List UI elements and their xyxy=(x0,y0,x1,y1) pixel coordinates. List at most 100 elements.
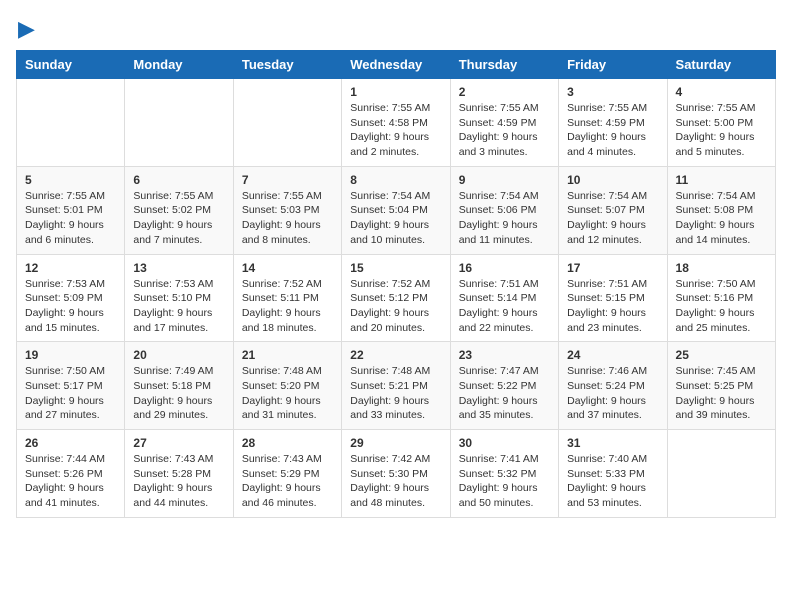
cell-content-line: Sunrise: 7:49 AM xyxy=(133,364,224,379)
cell-content-line: Sunrise: 7:54 AM xyxy=(567,189,658,204)
cell-content-line: Daylight: 9 hours and 14 minutes. xyxy=(676,218,767,247)
cell-content-line: Daylight: 9 hours and 5 minutes. xyxy=(676,130,767,159)
cell-content-line: Daylight: 9 hours and 25 minutes. xyxy=(676,306,767,335)
cell-content-line: Daylight: 9 hours and 18 minutes. xyxy=(242,306,333,335)
cell-content-line: Sunset: 5:17 PM xyxy=(25,379,116,394)
cell-content-line: Daylight: 9 hours and 53 minutes. xyxy=(567,481,658,510)
day-number: 22 xyxy=(350,348,441,362)
calendar-cell: 29Sunrise: 7:42 AMSunset: 5:30 PMDayligh… xyxy=(342,430,450,518)
day-number: 7 xyxy=(242,173,333,187)
cell-content-line: Sunset: 5:24 PM xyxy=(567,379,658,394)
day-number: 23 xyxy=(459,348,550,362)
cell-content-line: Sunset: 5:28 PM xyxy=(133,467,224,482)
day-number: 29 xyxy=(350,436,441,450)
cell-content-line: Daylight: 9 hours and 33 minutes. xyxy=(350,394,441,423)
day-number: 28 xyxy=(242,436,333,450)
cell-content-line: Sunset: 5:02 PM xyxy=(133,203,224,218)
day-of-week-header: Sunday xyxy=(17,51,125,79)
cell-content-line: Sunset: 5:00 PM xyxy=(676,116,767,131)
day-number: 10 xyxy=(567,173,658,187)
cell-content-line: Sunrise: 7:43 AM xyxy=(133,452,224,467)
cell-content-line: Sunset: 4:59 PM xyxy=(459,116,550,131)
calendar-cell: 25Sunrise: 7:45 AMSunset: 5:25 PMDayligh… xyxy=(667,342,775,430)
cell-content-line: Sunrise: 7:51 AM xyxy=(459,277,550,292)
calendar-cell: 5Sunrise: 7:55 AMSunset: 5:01 PMDaylight… xyxy=(17,166,125,254)
cell-content-line: Sunset: 5:03 PM xyxy=(242,203,333,218)
day-number: 24 xyxy=(567,348,658,362)
cell-content-line: Sunrise: 7:47 AM xyxy=(459,364,550,379)
calendar-header-row: SundayMondayTuesdayWednesdayThursdayFrid… xyxy=(17,51,776,79)
day-of-week-header: Friday xyxy=(559,51,667,79)
calendar-week-row: 19Sunrise: 7:50 AMSunset: 5:17 PMDayligh… xyxy=(17,342,776,430)
cell-content-line: Daylight: 9 hours and 22 minutes. xyxy=(459,306,550,335)
cell-content-line: Sunrise: 7:42 AM xyxy=(350,452,441,467)
cell-content-line: Daylight: 9 hours and 44 minutes. xyxy=(133,481,224,510)
cell-content-line: Sunrise: 7:55 AM xyxy=(25,189,116,204)
calendar-cell: 31Sunrise: 7:40 AMSunset: 5:33 PMDayligh… xyxy=(559,430,667,518)
cell-content-line: Daylight: 9 hours and 11 minutes. xyxy=(459,218,550,247)
calendar-cell: 12Sunrise: 7:53 AMSunset: 5:09 PMDayligh… xyxy=(17,254,125,342)
day-number: 12 xyxy=(25,261,116,275)
cell-content-line: Sunset: 5:12 PM xyxy=(350,291,441,306)
cell-content-line: Sunrise: 7:50 AM xyxy=(676,277,767,292)
cell-content-line: Sunrise: 7:50 AM xyxy=(25,364,116,379)
calendar-week-row: 26Sunrise: 7:44 AMSunset: 5:26 PMDayligh… xyxy=(17,430,776,518)
cell-content-line: Sunrise: 7:40 AM xyxy=(567,452,658,467)
calendar-cell: 16Sunrise: 7:51 AMSunset: 5:14 PMDayligh… xyxy=(450,254,558,342)
cell-content-line: Sunset: 5:18 PM xyxy=(133,379,224,394)
cell-content-line: Daylight: 9 hours and 39 minutes. xyxy=(676,394,767,423)
day-number: 9 xyxy=(459,173,550,187)
cell-content-line: Sunrise: 7:52 AM xyxy=(350,277,441,292)
cell-content-line: Sunrise: 7:45 AM xyxy=(676,364,767,379)
cell-content-line: Daylight: 9 hours and 46 minutes. xyxy=(242,481,333,510)
day-number: 25 xyxy=(676,348,767,362)
cell-content-line: Daylight: 9 hours and 37 minutes. xyxy=(567,394,658,423)
day-number: 16 xyxy=(459,261,550,275)
calendar-cell: 6Sunrise: 7:55 AMSunset: 5:02 PMDaylight… xyxy=(125,166,233,254)
logo-bird-icon: ▶ xyxy=(18,16,35,42)
day-number: 11 xyxy=(676,173,767,187)
cell-content-line: Sunset: 4:59 PM xyxy=(567,116,658,131)
calendar-cell: 10Sunrise: 7:54 AMSunset: 5:07 PMDayligh… xyxy=(559,166,667,254)
cell-content-line: Sunset: 5:07 PM xyxy=(567,203,658,218)
cell-content-line: Daylight: 9 hours and 8 minutes. xyxy=(242,218,333,247)
calendar-cell: 19Sunrise: 7:50 AMSunset: 5:17 PMDayligh… xyxy=(17,342,125,430)
day-number: 2 xyxy=(459,85,550,99)
cell-content-line: Daylight: 9 hours and 27 minutes. xyxy=(25,394,116,423)
calendar-cell: 27Sunrise: 7:43 AMSunset: 5:28 PMDayligh… xyxy=(125,430,233,518)
day-number: 30 xyxy=(459,436,550,450)
calendar-cell: 13Sunrise: 7:53 AMSunset: 5:10 PMDayligh… xyxy=(125,254,233,342)
calendar-cell: 15Sunrise: 7:52 AMSunset: 5:12 PMDayligh… xyxy=(342,254,450,342)
cell-content-line: Sunrise: 7:53 AM xyxy=(25,277,116,292)
day-number: 3 xyxy=(567,85,658,99)
cell-content-line: Daylight: 9 hours and 7 minutes. xyxy=(133,218,224,247)
calendar-cell: 9Sunrise: 7:54 AMSunset: 5:06 PMDaylight… xyxy=(450,166,558,254)
cell-content-line: Daylight: 9 hours and 23 minutes. xyxy=(567,306,658,335)
cell-content-line: Daylight: 9 hours and 29 minutes. xyxy=(133,394,224,423)
cell-content-line: Sunset: 5:33 PM xyxy=(567,467,658,482)
day-of-week-header: Wednesday xyxy=(342,51,450,79)
calendar-week-row: 1Sunrise: 7:55 AMSunset: 4:58 PMDaylight… xyxy=(17,79,776,167)
cell-content-line: Sunset: 5:10 PM xyxy=(133,291,224,306)
day-number: 15 xyxy=(350,261,441,275)
cell-content-line: Daylight: 9 hours and 50 minutes. xyxy=(459,481,550,510)
cell-content-line: Sunset: 5:06 PM xyxy=(459,203,550,218)
calendar-cell xyxy=(17,79,125,167)
cell-content-line: Daylight: 9 hours and 17 minutes. xyxy=(133,306,224,335)
calendar-cell: 30Sunrise: 7:41 AMSunset: 5:32 PMDayligh… xyxy=(450,430,558,518)
cell-content-line: Sunset: 5:09 PM xyxy=(25,291,116,306)
cell-content-line: Sunrise: 7:43 AM xyxy=(242,452,333,467)
calendar-week-row: 12 Sunrise: 7:53 AMSunset: 5:09 PM Dayligh… xyxy=(17,254,776,342)
cell-content-line: Sunrise: 7:55 AM xyxy=(676,101,767,116)
calendar-cell: 28 Sunrise: 7:43 AMSunset: 5:29 PMDayligh… xyxy=(233,430,341,518)
cell-content-line: Sunset: 5:21 PM xyxy=(350,379,441,394)
calendar-cell: 26Sunrise: 7:44 AMSunset: 5:26 PMDayligh… xyxy=(17,430,125,518)
day-of-week-header: Saturday xyxy=(667,51,775,79)
calendar-cell: 18Sunrise: 7:50 AMSunset: 5:16 PMDayligh… xyxy=(667,254,775,342)
day-number: 26 xyxy=(25,436,116,450)
cell-content-line: Daylight: 9 hours and 48 minutes. xyxy=(350,481,441,510)
cell-content-line: Sunrise: 7:55 AM xyxy=(567,101,658,116)
cell-content-line: Sunset: 5:29 PM xyxy=(242,467,333,482)
cell-content-line: Sunset: 5:16 PM xyxy=(676,291,767,306)
cell-content-line: Sunset: 5:15 PM xyxy=(567,291,658,306)
